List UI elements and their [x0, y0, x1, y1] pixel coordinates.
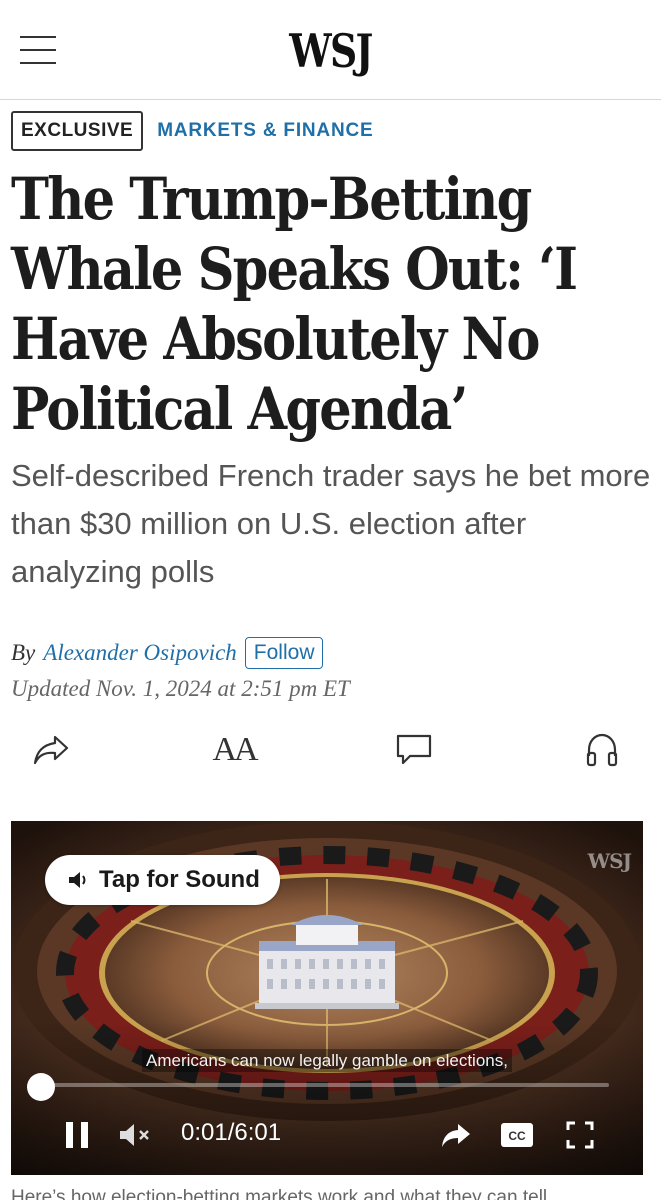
svg-text:CC: CC	[508, 1129, 526, 1143]
tap-for-sound-label: Tap for Sound	[99, 866, 260, 893]
video-player[interactable]: Tap for Sound WSJ Americans can now lega…	[11, 821, 643, 1175]
site-header: WSJ	[0, 0, 661, 100]
video-progress-knob[interactable]	[27, 1073, 55, 1101]
author-link[interactable]: Alexander Osipovich	[43, 640, 237, 666]
video-caption-text: Americans can now legally gamble on elec…	[142, 1049, 512, 1072]
follow-button[interactable]: Follow	[244, 637, 324, 669]
share-arrow-icon	[442, 1124, 470, 1147]
text-size-button[interactable]: AA	[208, 726, 260, 774]
video-progress-track[interactable]	[39, 1083, 609, 1087]
video-time: 0:01/6:01	[181, 1119, 282, 1146]
wsj-logo[interactable]: WSJ	[59, 24, 601, 78]
share-icon[interactable]	[27, 726, 75, 774]
mute-button[interactable]	[117, 1117, 155, 1153]
byline-prefix: By	[11, 640, 36, 665]
comment-icon[interactable]	[390, 726, 438, 774]
video-caption: Americans can now legally gamble on elec…	[11, 1049, 643, 1072]
article-subhead: Self-described French trader says he bet…	[11, 458, 651, 589]
updated-timestamp: Updated Nov. 1, 2024 at 2:51 pm ET	[11, 676, 350, 701]
article-headline: The Trump-Betting Whale Speaks Out: ‘I H…	[11, 165, 578, 443]
article-tags: EXCLUSIVE MARKETS & FINANCE	[11, 111, 373, 151]
video-share-button[interactable]	[439, 1117, 473, 1153]
fullscreen-icon	[566, 1121, 594, 1149]
video-current-time: 0:01	[181, 1119, 228, 1146]
video-duration: 6:01	[234, 1119, 282, 1146]
speaker-icon	[69, 872, 86, 888]
video-description: Here’s how election-betting markets work…	[11, 1187, 548, 1200]
cc-icon: CC	[501, 1123, 533, 1147]
video-watermark: WSJ	[587, 849, 632, 873]
closed-captions-button[interactable]: CC	[499, 1117, 535, 1153]
fullscreen-button[interactable]	[563, 1117, 597, 1153]
hamburger-menu-icon[interactable]	[20, 34, 58, 68]
headphones-icon[interactable]	[578, 726, 626, 774]
pause-icon	[66, 1122, 88, 1148]
tap-for-sound-button[interactable]: Tap for Sound	[45, 855, 280, 905]
exclusive-badge: EXCLUSIVE	[11, 111, 144, 151]
text-size-label: AA	[212, 731, 258, 768]
section-link[interactable]: MARKETS & FINANCE	[157, 120, 373, 142]
byline: By Alexander Osipovich Follow	[11, 636, 324, 670]
muted-speaker-icon	[120, 1124, 149, 1146]
pause-button[interactable]	[61, 1117, 93, 1153]
